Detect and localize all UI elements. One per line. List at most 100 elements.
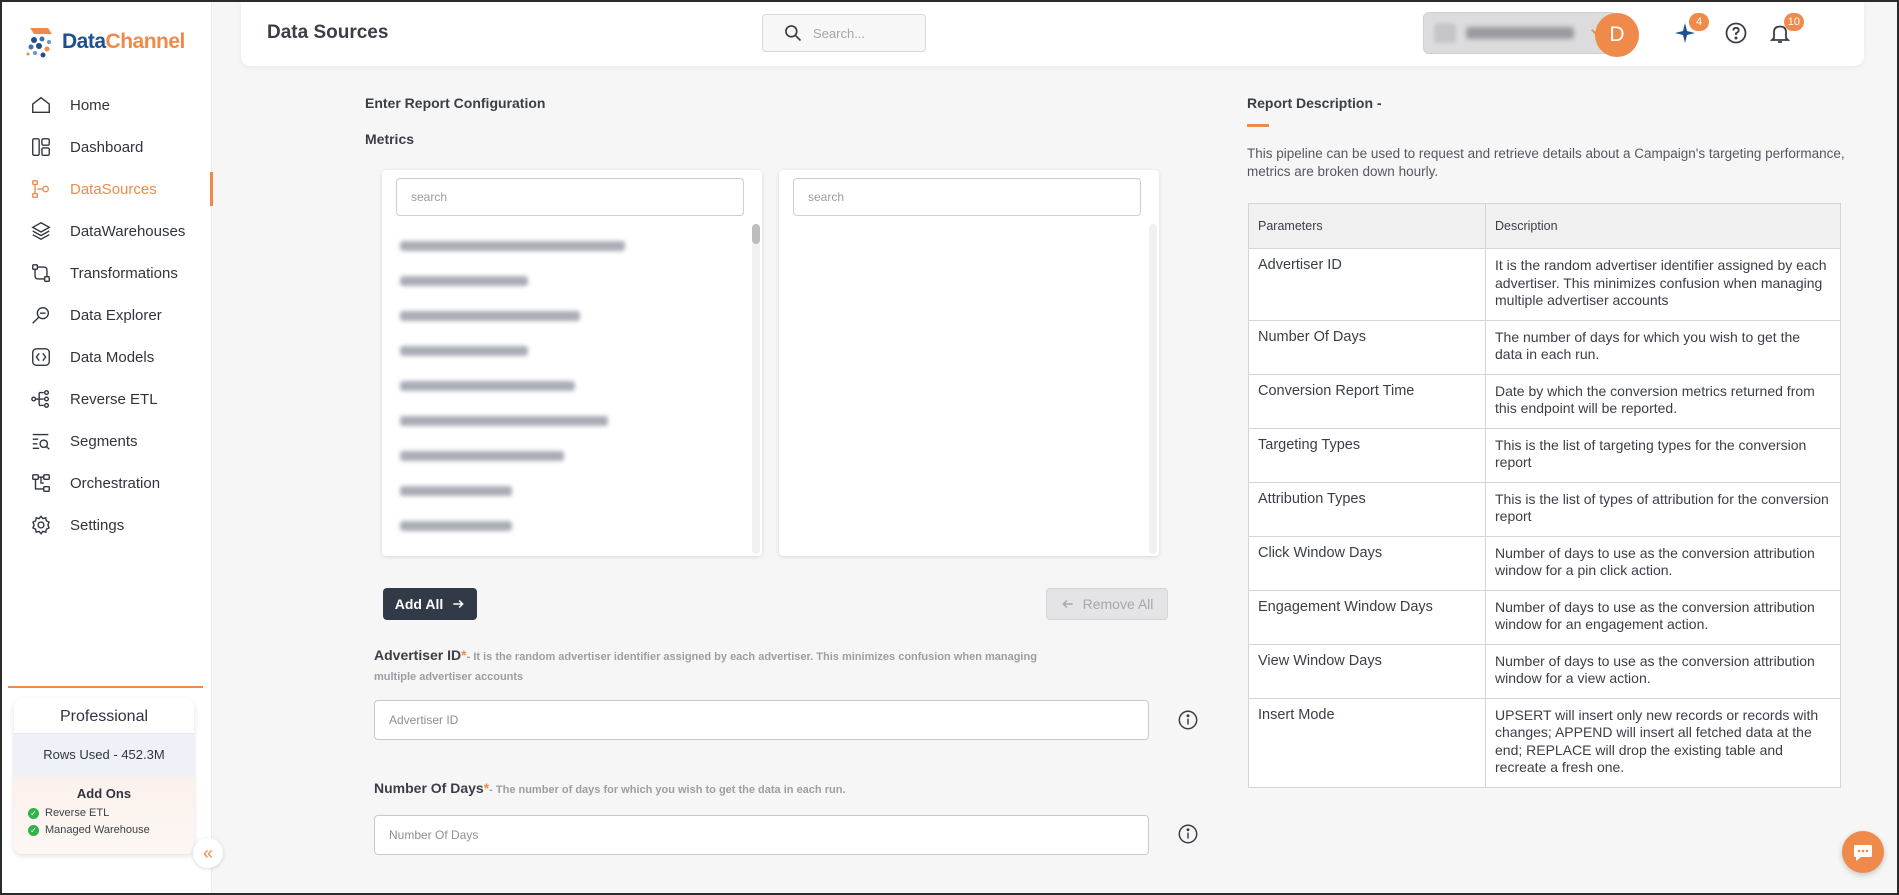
available-metrics-search-input[interactable] <box>396 178 744 216</box>
explorer-icon <box>32 306 50 324</box>
datachannel-logo-icon <box>26 28 52 58</box>
addon-item: ✓ Managed Warehouse <box>14 824 194 836</box>
table-row: Advertiser ID It is the random advertiser… <box>1248 248 1841 321</box>
addons-section: Add Ons ✓ Reverse ETL ✓ Managed Warehouse <box>14 776 194 854</box>
models-icon <box>32 348 50 366</box>
sidebar-item-label: Segments <box>70 432 138 450</box>
list-item-redacted[interactable] <box>396 473 744 508</box>
ai-sparkle-button[interactable]: 4 <box>1673 13 1709 45</box>
sparkle-badge: 4 <box>1689 13 1709 31</box>
sidebar-item-reverse-etl[interactable]: Reverse ETL <box>2 378 212 420</box>
sidebar-item-label: DataWarehouses <box>70 222 186 240</box>
sidebar-item-label: Reverse ETL <box>70 390 158 408</box>
sidebar-item-datawarehouses[interactable]: DataWarehouses <box>2 210 212 252</box>
sidebar-item-segments[interactable]: Segments <box>2 420 212 462</box>
list-item-redacted[interactable] <box>396 298 744 333</box>
report-description-title: Report Description - <box>1247 95 1382 111</box>
table-row: Insert Mode UPSERT will insert only new r… <box>1248 697 1841 788</box>
datasources-icon <box>32 180 50 198</box>
section-title: Enter Report Configuration <box>365 95 546 111</box>
selected-metrics-search-input[interactable] <box>793 178 1141 216</box>
available-metrics-scrollbar[interactable] <box>752 224 760 554</box>
logo-text: DataChannel <box>62 30 185 53</box>
addons-title: Add Ons <box>76 786 132 801</box>
segments-icon <box>32 433 50 450</box>
sidebar-item-label: Transformations <box>70 264 178 282</box>
rows-used: Rows Used - 452.3M <box>14 734 194 776</box>
notifications-button[interactable]: 10 <box>1768 13 1804 45</box>
sidebar-item-orchestration[interactable]: Orchestration <box>2 462 212 504</box>
sidebar-item-dashboard[interactable]: Dashboard <box>2 126 212 168</box>
info-icon[interactable] <box>1177 709 1199 731</box>
gear-icon <box>32 515 50 535</box>
list-item-redacted[interactable] <box>396 368 744 403</box>
chat-support-button[interactable] <box>1842 831 1884 873</box>
plan-title: Professional <box>14 698 194 734</box>
table-header-row: Parameters Description <box>1248 203 1841 249</box>
parameters-table: Parameters Description Advertiser ID It i… <box>1248 203 1841 788</box>
transform-icon <box>32 264 50 282</box>
sidebar-item-label: Dashboard <box>70 138 144 156</box>
metrics-label: Metrics <box>365 131 415 147</box>
table-row: Number Of Days The number of days for whi… <box>1248 319 1841 375</box>
remove-all-button[interactable]: Remove All <box>1046 588 1168 620</box>
sidebar: DataChannel Home Dashboard DataSources D… <box>2 2 213 893</box>
sidebar-item-data-models[interactable]: Data Models <box>2 336 212 378</box>
list-item-redacted[interactable] <box>396 333 744 368</box>
sidebar-item-label: Orchestration <box>70 474 161 492</box>
page-title: Data Sources <box>267 22 389 43</box>
plan-card: Professional Rows Used - 452.3M Add Ons … <box>14 698 194 854</box>
sidebar-item-data-explorer[interactable]: Data Explorer <box>2 294 212 336</box>
chat-bubble-icon <box>1854 845 1872 861</box>
sidebar-item-label: Home <box>70 96 111 114</box>
sidebar-item-transformations[interactable]: Transformations <box>2 252 212 294</box>
check-circle-icon: ✓ <box>28 807 39 819</box>
add-all-button[interactable]: Add All <box>383 588 477 620</box>
table-row: Attribution Types This is the list of typ… <box>1248 481 1841 537</box>
table-row: View Window Days Number of days to use as… <box>1248 643 1841 699</box>
remove-all-label: Remove All <box>1082 596 1154 612</box>
notification-badge: 10 <box>1783 13 1804 31</box>
plan-divider <box>8 686 203 688</box>
info-icon[interactable] <box>1177 823 1199 845</box>
double-chevron-left-icon: « <box>202 842 213 863</box>
sidebar-item-datasources[interactable]: DataSources <box>2 168 213 210</box>
workspace-name-redacted <box>1466 27 1574 39</box>
list-item-redacted[interactable] <box>396 403 744 438</box>
scrollbar-thumb[interactable] <box>752 224 760 244</box>
selected-metrics-pane <box>779 170 1159 556</box>
column-header: Parameters <box>1248 203 1486 249</box>
workspace-selector[interactable] <box>1423 12 1617 54</box>
title-underline <box>1247 124 1269 127</box>
logo[interactable]: DataChannel <box>22 24 185 60</box>
number-of-days-input[interactable] <box>374 815 1149 855</box>
workspace-avatar-icon <box>1434 23 1456 43</box>
list-item-redacted[interactable] <box>396 508 744 543</box>
addon-item: ✓ Reverse ETL <box>14 807 194 819</box>
list-item-redacted[interactable] <box>396 228 744 263</box>
table-row: Engagement Window Days Number of days to … <box>1248 589 1841 645</box>
check-circle-icon: ✓ <box>28 824 39 836</box>
advertiser-id-input[interactable] <box>374 700 1149 740</box>
sidebar-item-label: DataSources <box>70 180 157 198</box>
search-placeholder: Search... <box>813 25 866 41</box>
list-item-redacted[interactable] <box>396 438 744 473</box>
layers-icon <box>31 221 51 241</box>
reverse-etl-icon <box>31 390 50 408</box>
main-nav: Home Dashboard DataSources DataWarehouse… <box>2 84 213 546</box>
user-avatar[interactable]: D <box>1595 13 1639 57</box>
top-header: Data Sources Search... 4 10 D <box>241 2 1864 66</box>
arrow-left-icon <box>1061 599 1073 609</box>
advertiser-id-label: Advertiser ID*- It is the random adverti… <box>374 647 1037 683</box>
global-search[interactable]: Search... <box>762 14 926 52</box>
sidebar-item-home[interactable]: Home <box>2 84 212 126</box>
collapse-sidebar-button[interactable]: « <box>193 838 223 868</box>
available-metrics-list <box>396 228 744 543</box>
list-item-redacted[interactable] <box>396 263 744 298</box>
available-metrics-pane <box>382 170 762 556</box>
sidebar-item-label: Data Models <box>70 348 155 366</box>
sidebar-item-settings[interactable]: Settings <box>2 504 212 546</box>
help-button[interactable] <box>1724 21 1748 45</box>
selected-metrics-scrollbar[interactable] <box>1149 224 1157 554</box>
home-icon <box>32 96 50 114</box>
